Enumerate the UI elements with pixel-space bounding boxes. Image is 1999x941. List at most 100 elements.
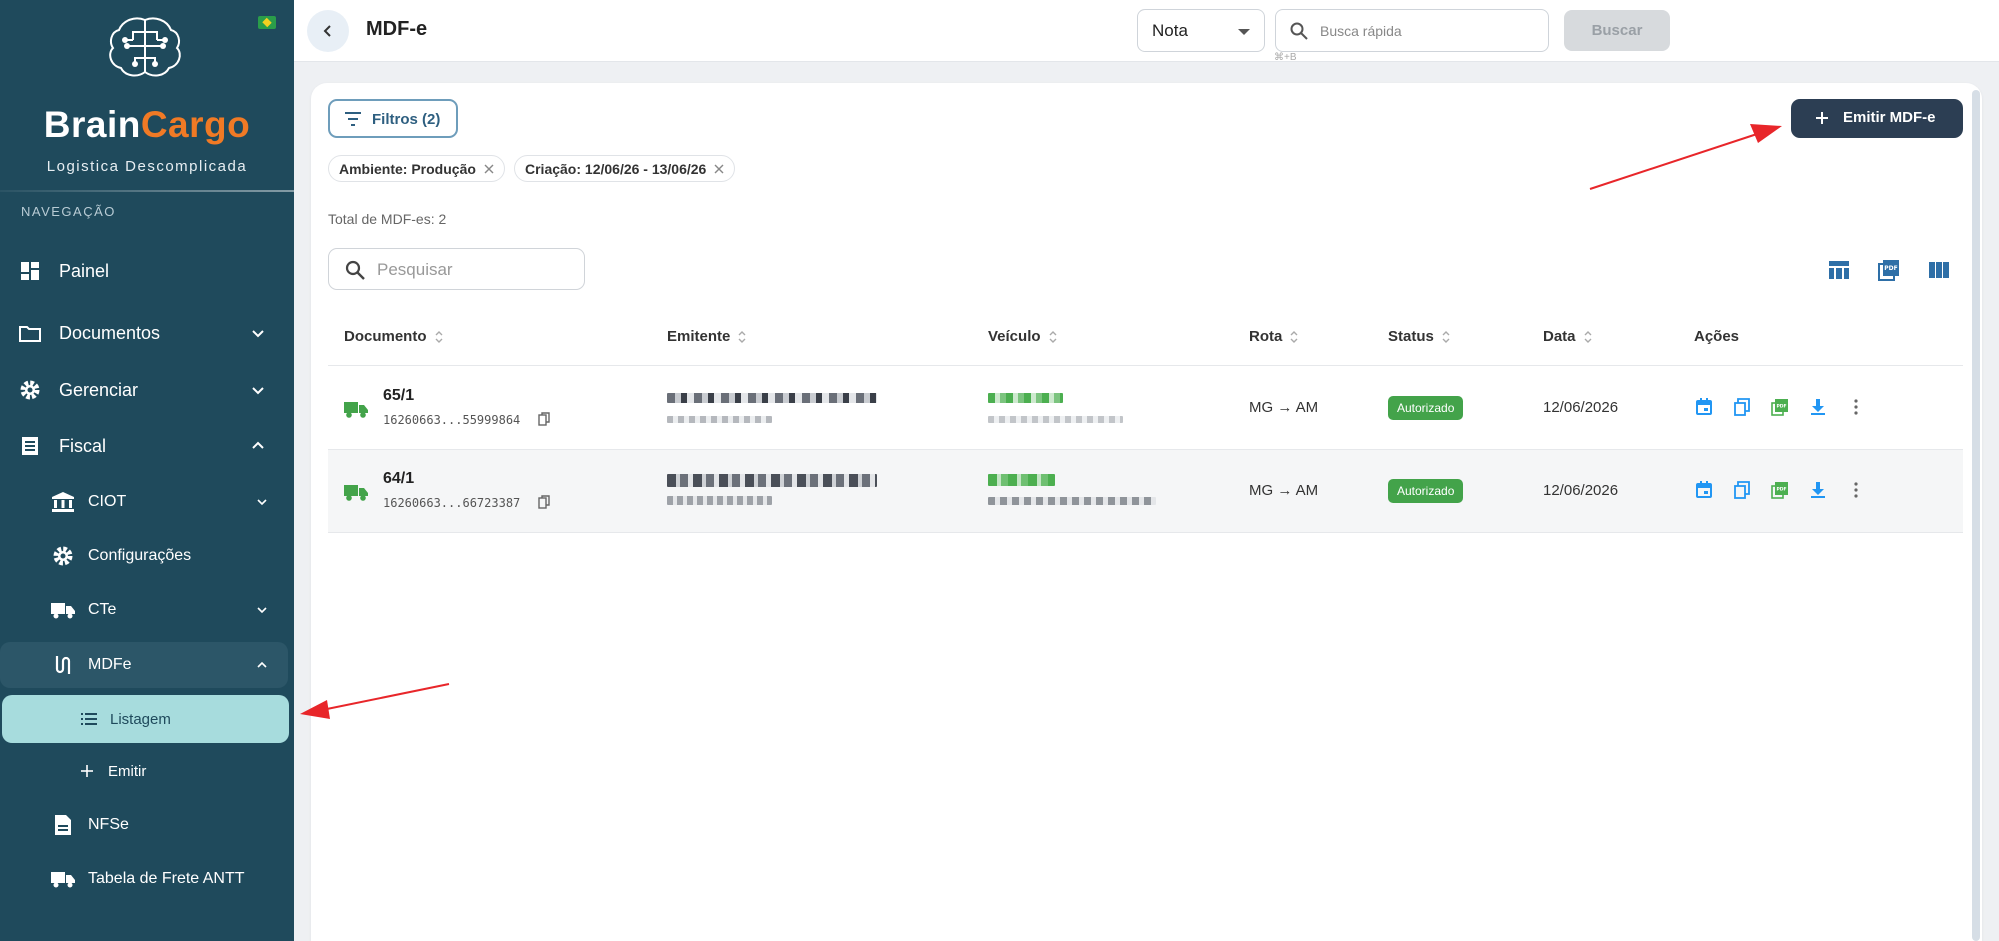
quick-search-input[interactable] — [1320, 20, 1540, 42]
date-text: 12/06/2026 — [1543, 399, 1619, 416]
sidebar: BrainCargo Logistica Descomplicada NAVEG… — [0, 0, 294, 941]
gear-icon — [19, 379, 41, 401]
svg-text:PDF: PDF — [1776, 487, 1786, 493]
filter-chip-criacao[interactable]: Criação: 12/06/26 - 13/06/26 — [514, 155, 736, 182]
copy-icon[interactable] — [1733, 398, 1751, 416]
download-icon[interactable] — [1809, 481, 1827, 499]
more-vertical-icon[interactable] — [1847, 481, 1865, 499]
sidebar-item-tabela-frete[interactable]: Tabela de Frete ANTT — [0, 856, 290, 902]
brazil-flag-icon[interactable] — [258, 16, 276, 29]
calendar-icon[interactable] — [1695, 398, 1713, 416]
sidebar-item-label: Fiscal — [59, 435, 107, 456]
column-header-emitente[interactable]: Emitente — [667, 328, 746, 345]
search-icon — [345, 260, 365, 280]
scrollbar[interactable] — [1972, 90, 1980, 941]
sort-icon — [1442, 330, 1450, 343]
sidebar-item-documentos[interactable]: Documentos — [0, 308, 290, 358]
close-icon[interactable] — [484, 164, 494, 174]
table-search-input[interactable] — [377, 259, 577, 281]
column-header-rota[interactable]: Rota — [1249, 328, 1298, 345]
pdf-export-icon[interactable]: PDF — [1877, 258, 1901, 282]
quick-search-field[interactable] — [1275, 9, 1549, 52]
chevron-left-icon — [323, 25, 331, 37]
dashboard-icon — [19, 260, 41, 282]
column-header-acoes: Ações — [1694, 328, 1740, 345]
copy-icon[interactable] — [538, 495, 550, 509]
filters-button[interactable]: Filtros (2) — [328, 99, 458, 138]
sidebar-item-listagem[interactable]: Listagem — [2, 695, 289, 743]
document-key: 16260663...66723387 — [383, 496, 521, 510]
svg-text:PDF: PDF — [1776, 404, 1786, 410]
document-key: 16260663...55999864 — [383, 413, 521, 427]
emit-mdfe-button[interactable]: Emitir MDF-e — [1791, 99, 1963, 138]
more-vertical-icon[interactable] — [1847, 398, 1865, 416]
chevron-down-icon — [252, 330, 264, 338]
page-title: MDF-e — [366, 18, 428, 40]
redacted-vehicle-info — [988, 416, 1123, 423]
search-button[interactable]: Buscar — [1564, 10, 1670, 51]
table-row[interactable]: 65/1 16260663...55999864 MG → AM Autoriz… — [328, 367, 1963, 450]
plus-icon — [78, 762, 96, 780]
sidebar-item-ciot[interactable]: CIOT — [0, 479, 290, 525]
sidebar-item-configuracoes[interactable]: Configurações — [0, 533, 290, 579]
sidebar-item-painel[interactable]: Painel — [0, 246, 290, 296]
column-header-data[interactable]: Data — [1543, 328, 1592, 345]
copy-icon[interactable] — [538, 412, 550, 426]
copy-icon[interactable] — [1733, 481, 1751, 499]
table-search-field[interactable] — [328, 248, 585, 290]
filter-icon — [345, 112, 361, 126]
sidebar-item-label: Listagem — [110, 710, 171, 728]
sidebar-item-gerenciar[interactable]: Gerenciar — [0, 365, 290, 415]
sort-icon — [1049, 330, 1057, 343]
sidebar-item-cte[interactable]: CTe — [0, 587, 290, 633]
quick-search-shortcut: ⌘+B — [1274, 52, 1297, 63]
document-icon — [51, 814, 75, 836]
date-text: 12/06/2026 — [1543, 482, 1619, 499]
table-row[interactable]: 64/1 16260663...66723387 MG → AM Autoriz… — [328, 450, 1963, 533]
truck-icon — [51, 868, 75, 890]
pdf-icon[interactable]: PDF — [1771, 398, 1789, 416]
table-view-icon[interactable] — [1827, 258, 1851, 282]
redacted-emitente-doc — [667, 496, 772, 505]
sidebar-item-mdfe[interactable]: MDFe — [0, 642, 288, 688]
route-text: MG → AM — [1249, 482, 1319, 499]
close-icon[interactable] — [714, 164, 724, 174]
route-icon — [51, 654, 75, 676]
receipt-icon — [19, 435, 41, 457]
sidebar-item-label: Gerenciar — [59, 379, 139, 400]
back-button[interactable] — [307, 10, 349, 52]
sidebar-item-label: Configurações — [88, 547, 192, 564]
status-badge: Autorizado — [1388, 479, 1464, 503]
redacted-emitente-name — [667, 474, 877, 487]
caret-down-icon — [1238, 29, 1250, 35]
chevron-up-icon — [252, 441, 264, 449]
chevron-down-icon — [252, 387, 264, 395]
sidebar-item-label: MDFe — [88, 656, 132, 673]
sidebar-item-label: CIOT — [88, 493, 127, 510]
column-header-status[interactable]: Status — [1388, 328, 1450, 345]
logo: BrainCargo Logistica Descomplicada — [0, 0, 294, 190]
redacted-vehicle-plate — [988, 393, 1063, 403]
total-count: Total de MDF-es: 2 — [328, 211, 447, 227]
pdf-icon[interactable]: PDF — [1771, 481, 1789, 499]
sidebar-item-label: Emitir — [108, 762, 147, 780]
calendar-icon[interactable] — [1695, 481, 1713, 499]
sidebar-item-fiscal[interactable]: Fiscal — [0, 421, 290, 471]
download-icon[interactable] — [1809, 398, 1827, 416]
columns-icon[interactable] — [1927, 258, 1951, 282]
gear-icon — [51, 545, 75, 567]
filter-chip-ambiente[interactable]: Ambiente: Produção — [328, 155, 505, 182]
document-type-select[interactable]: Nota — [1137, 9, 1265, 52]
truck-icon — [344, 402, 368, 418]
svg-text:PDF: PDF — [1884, 265, 1897, 272]
document-number: 65/1 — [383, 387, 415, 404]
route-text: MG → AM — [1249, 399, 1319, 416]
sort-icon — [1290, 330, 1298, 343]
truck-icon — [51, 599, 75, 621]
document-number: 64/1 — [383, 470, 415, 487]
column-header-documento[interactable]: Documento — [344, 328, 443, 345]
status-badge: Autorizado — [1388, 396, 1464, 420]
sidebar-item-emitir[interactable]: Emitir — [0, 747, 290, 795]
sidebar-item-nfse[interactable]: NFSe — [0, 802, 290, 848]
column-header-veiculo[interactable]: Veículo — [988, 328, 1057, 345]
